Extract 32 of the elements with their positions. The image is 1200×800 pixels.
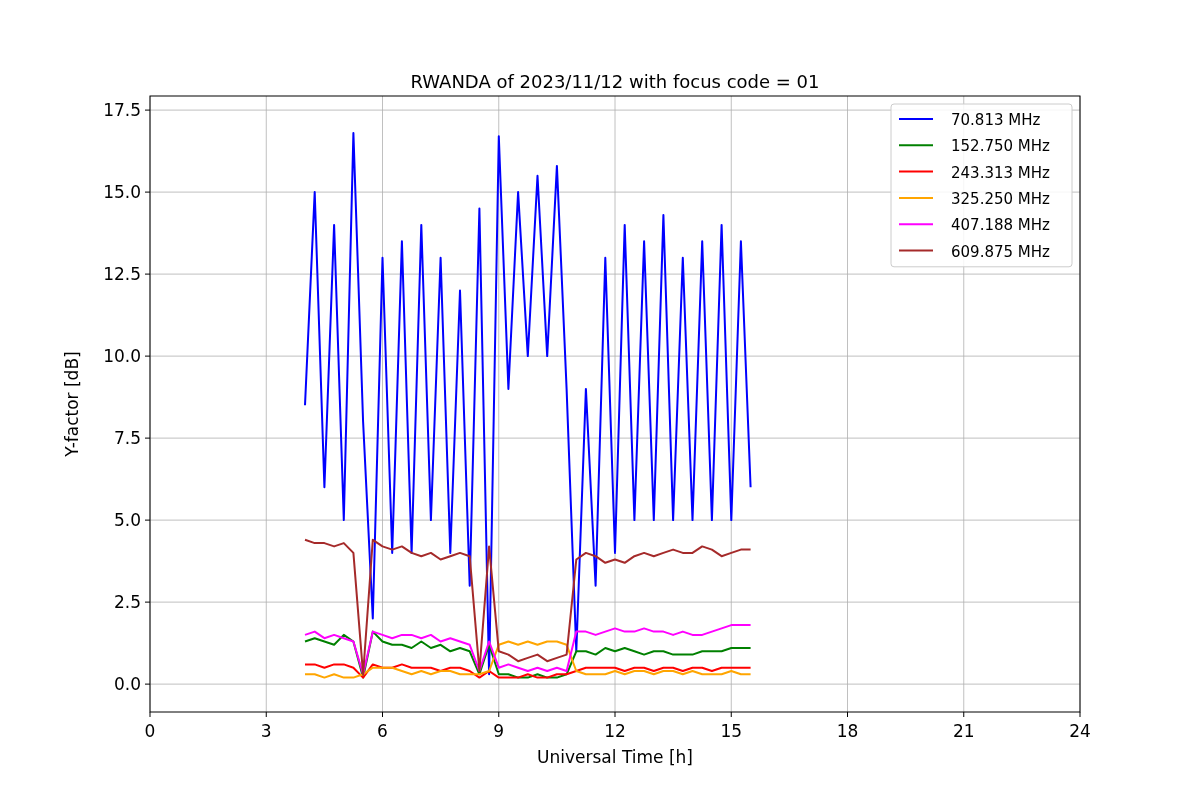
legend-label: 609.875 MHz (951, 242, 1050, 261)
tick-label: 5.0 (113, 510, 141, 531)
legend-line-icon (898, 144, 934, 147)
tick-label: 17.5 (103, 100, 141, 121)
tick-label: 7.5 (113, 428, 141, 449)
legend-label: 325.250 MHz (951, 189, 1050, 208)
legend-line-icon (898, 118, 934, 120)
tick-label: 24 (1069, 721, 1091, 741)
tick-label: 15.0 (103, 182, 141, 203)
tick-label: 3 (260, 721, 272, 741)
legend-line-icon (898, 196, 934, 199)
axis-label: Universal Time [h] (537, 747, 693, 767)
tick-label: 6 (377, 721, 388, 741)
tick-label: 10.0 (103, 346, 141, 367)
legend-line-icon (898, 249, 934, 252)
tick-label: 18 (836, 721, 859, 741)
chart-title: RWANDA of 2023/11/12 with focus code = 01 (410, 71, 820, 92)
tick-label: 12.5 (103, 264, 141, 285)
legend-label: 70.813 MHz (951, 111, 1041, 129)
tick-label: 0 (144, 721, 156, 741)
tick-label: 0.0 (113, 674, 141, 695)
axis-label: Y-factor [dB] (62, 351, 82, 457)
tick-label: 12 (604, 721, 626, 741)
legend-label: 407.188 MHz (951, 216, 1050, 235)
legend-label: 152.750 MHz (951, 137, 1050, 156)
tick-label: 9 (493, 721, 505, 741)
legend-label: 243.313 MHz (951, 163, 1050, 182)
tick-label: 2.5 (113, 592, 141, 613)
legend-line-icon (898, 223, 934, 226)
legend-line-icon (898, 170, 934, 173)
tick-label: 15 (720, 721, 743, 741)
tick-label: 21 (952, 721, 975, 741)
